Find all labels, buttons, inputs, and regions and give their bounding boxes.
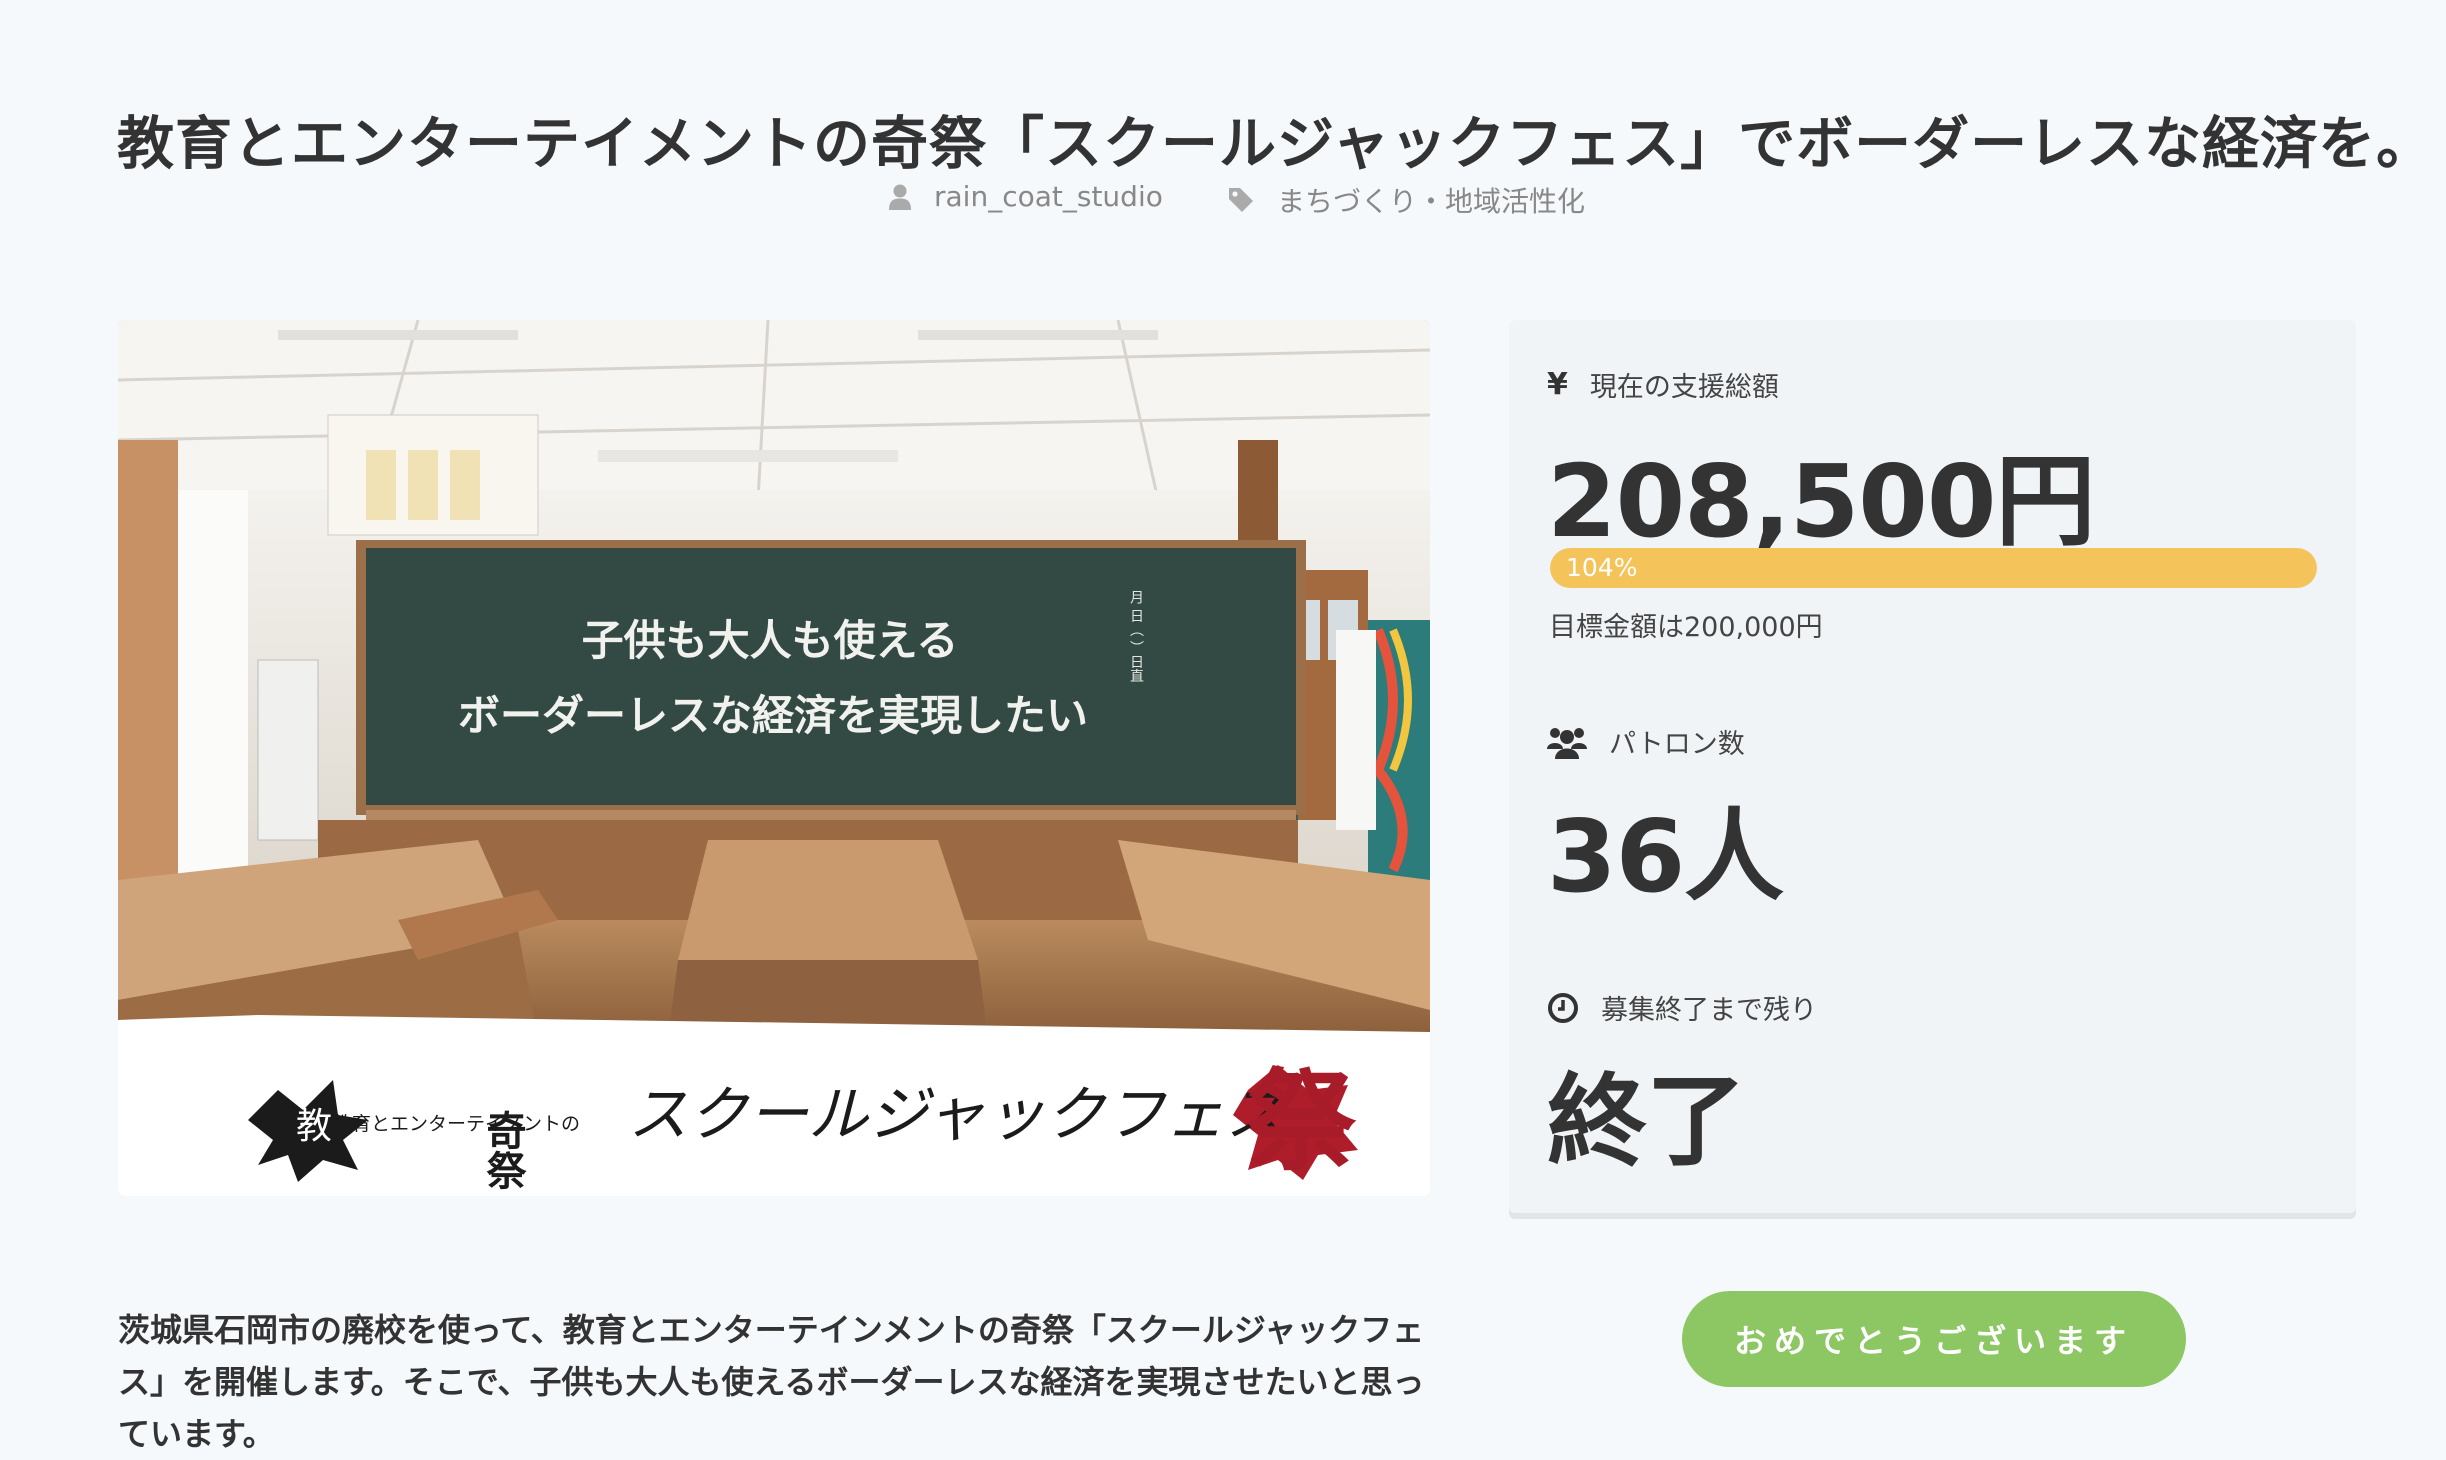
patrons-label-row: パトロン数 [1547,722,1745,761]
patrons-label: パトロン数 [1609,729,1745,760]
banner-kyo: 教 [296,1106,332,1147]
project-hero-image: 子供も大人も使える ボーダーレスな経済を実現したい 月 日（ ）日直 教 教育と… [118,320,1430,1196]
funding-progress-bar: 104% [1550,548,2317,588]
funding-amount: 208,500円 [1547,443,2095,560]
yen-icon: ¥ [1547,367,1568,402]
banner-title: スクールジャックフェス [628,1080,1285,1150]
progress-fill: 104% [1550,548,2317,588]
funding-panel: ¥ 現在の支援総額 208,500円 104% 目標金額は200,000円 パト… [1509,320,2356,1213]
tag-icon [1229,188,1253,212]
page-title: 教育とエンターテイメントの奇祭「スクールジャックフェス」でボーダーレスな経済を。 [117,111,2435,178]
patrons-count: 36人 [1547,798,1784,915]
goal-amount: 目標金額は200,000円 [1549,612,1823,643]
user-icon [889,184,911,210]
remaining-label-row: 募集終了まで残り [1547,988,1817,1027]
project-description: 茨城県石岡市の廃校を使って、教育とエンターテインメントの奇祭「スクールジャックフ… [118,1311,1425,1453]
clock-icon [1548,992,1578,1023]
author-name: rain_coat_studio [934,180,1163,213]
banner-kisai: 奇祭 [480,1110,527,1190]
funding-label: 現在の支援総額 [1589,372,1779,403]
category-link[interactable]: まちづくり・地域活性化 [1227,180,1585,220]
remaining-label: 募集終了まで残り [1601,995,1817,1026]
chalkboard-line-1: 子供も大人も使える [582,616,959,665]
progress-label: 104% [1566,553,1638,582]
board-date: 月 日（ ）日直 [1128,590,1144,683]
author-link[interactable]: rain_coat_studio [888,180,1163,213]
chalkboard-line-2: ボーダーレスな経済を実現したい [458,691,1088,740]
funding-label-row: ¥ 現在の支援総額 [1547,365,1779,404]
users-icon [1547,727,1587,759]
banner-matsuri: 祭 [1246,1057,1357,1186]
banner-small-text: 教育とエンターテイメントの [333,1113,580,1135]
remaining-value: 終了 [1547,1063,1746,1180]
congratulations-button[interactable]: おめでとうございます [1682,1291,2186,1387]
category-name: まちづくり・地域活性化 [1277,185,1586,218]
project-meta: rain_coat_studio まちづくり・地域活性化 [0,180,2446,220]
